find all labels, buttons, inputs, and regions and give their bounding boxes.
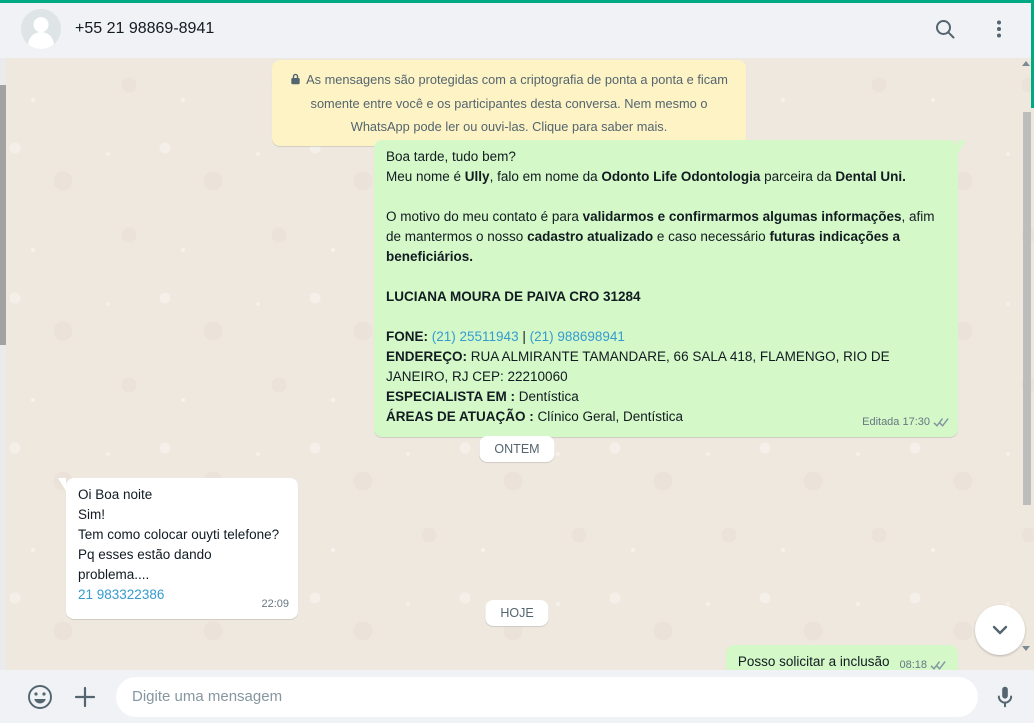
message-time: Editada 17:30 [862,416,930,428]
phone-link[interactable]: (21) 25511943 [432,329,519,344]
phone-link[interactable]: 21 983322386 [78,587,164,602]
search-button[interactable] [932,16,958,42]
emoji-icon [28,684,52,709]
scroll-to-bottom-button[interactable] [975,605,1025,655]
message-text: Boa tarde, tudo bem? Meu nome é Ully, fal… [386,149,935,424]
encryption-banner[interactable]: As mensagens são protegidas com a cripto… [272,60,746,146]
outgoing-message-bubble-partial[interactable]: Posso solicitar a inclusão 08:18 [725,645,958,670]
message-time: 08:18 [899,659,927,670]
plus-icon [74,686,96,707]
window-accent-border-top [0,0,1034,3]
double-check-icon [930,660,946,671]
incoming-message-bubble[interactable]: Oi Boa noite Sim! Tem como colocar ouyti t… [66,478,298,619]
message-meta: Editada 17:30 [862,412,949,432]
default-avatar-icon [21,9,61,49]
chat-header: +55 21 98869-8941 [0,0,1034,58]
avatar[interactable] [21,9,61,49]
outgoing-message-bubble[interactable]: Boa tarde, tudo bem? Meu nome é Ully, fal… [374,140,958,437]
scrollbar-down-arrow[interactable] [1022,646,1030,651]
message-time: 22:09 [261,598,289,610]
message-input[interactable] [116,676,978,717]
left-panel-scrollbar-thumb[interactable] [0,85,6,345]
scrollbar-up-arrow[interactable] [1022,61,1030,66]
search-icon [936,20,955,39]
attach-button[interactable] [72,684,98,710]
microphone-icon [997,686,1013,707]
composer-bar [0,670,1034,723]
chevron-down-icon [992,625,1008,635]
chat-area: As mensagens são protegidas com a cripto… [0,58,1034,670]
phone-link[interactable]: (21) 988698941 [530,329,625,344]
kebab-menu-icon [997,20,1001,38]
encryption-banner-text: As mensagens são protegidas com a cripto… [306,72,728,134]
date-divider-today: HOJE [485,600,549,626]
menu-button[interactable] [986,16,1012,42]
whatsapp-chat-window: +55 21 98869-8941 As mensagens são prote… [0,0,1034,723]
chat-scrollbar-thumb[interactable] [1023,112,1031,505]
contact-name[interactable]: +55 21 98869-8941 [75,0,214,58]
date-divider-yesterday: ONTEM [479,436,555,462]
message-text: Posso solicitar a inclusão [737,654,890,669]
message-meta: 22:09 [261,594,289,614]
emoji-button[interactable] [26,683,54,711]
message-text: Oi Boa noite Sim! Tem como colocar ouyti t… [78,487,280,602]
mic-button[interactable] [992,684,1018,710]
message-meta: 08:18 [899,655,946,670]
lock-icon [290,69,301,92]
double-check-icon [933,417,949,428]
